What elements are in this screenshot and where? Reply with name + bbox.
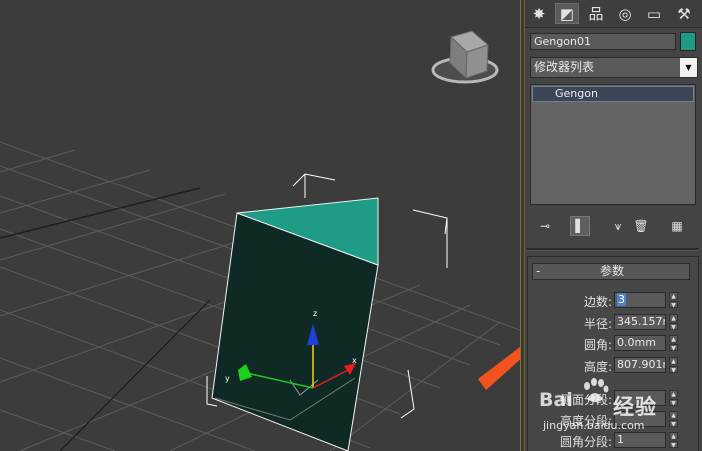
stack-item-gengon[interactable]: Gengon [532, 86, 694, 102]
radius-input[interactable]: 345.157m [614, 314, 666, 330]
perspective-viewport[interactable]: z y x [0, 0, 520, 451]
modifier-list-label: 修改器列表 [534, 60, 595, 74]
hierarchy-icon[interactable]: 品 [584, 3, 608, 24]
show-end-result-icon[interactable]: ▌ [570, 216, 590, 236]
height-input[interactable]: 807.901m [614, 357, 666, 373]
grid-main-axes [0, 187, 211, 451]
x-axis-label: x [352, 356, 357, 365]
object-color-swatch[interactable] [680, 32, 696, 51]
utilities-icon[interactable]: ⚒ [672, 3, 696, 24]
fillet-input[interactable]: 0.0mm [614, 335, 666, 351]
annotation-arrow [478, 346, 520, 390]
param-row-radius: 半径: 345.157m ▲▼ [528, 314, 700, 331]
modifier-list-dropdown[interactable]: 修改器列表 ▼ [530, 57, 698, 78]
chevron-down-icon[interactable]: ▼ [680, 58, 697, 77]
collapse-icon[interactable]: - [536, 264, 540, 279]
param-row-fillet: 圆角: 0.0mm ▲ ▼ [528, 335, 700, 352]
sides-input[interactable]: 3 [614, 292, 666, 308]
display-icon[interactable]: ▭ [642, 3, 666, 24]
y-axis-label: y [225, 374, 230, 383]
make-unique-icon[interactable]: ⩛ [608, 216, 628, 236]
viewcube-icon[interactable] [431, 30, 499, 84]
sides-value: 3 [617, 293, 626, 306]
modify-icon[interactable]: ◩ [555, 3, 579, 24]
baidu-watermark: Bai 经验 jingyan.baidu.com [537, 375, 702, 451]
radius-spinner[interactable]: ▲ ▼ [669, 314, 678, 331]
watermark-brand-b: 经验 [613, 395, 657, 419]
paw-icon [584, 378, 609, 402]
watermark-brand-a: Bai [539, 389, 573, 411]
parameters-rollout-header[interactable]: 参数 - [532, 263, 690, 280]
param-row-sides: 边数: 3 ▲ ▼ [528, 292, 700, 309]
param-label-radius: 半径: [583, 317, 612, 331]
height-spinner[interactable]: ▲ ▼ [669, 357, 678, 374]
configure-sets-icon[interactable]: ▦ [667, 216, 687, 236]
remove-modifier-icon[interactable]: 🗑 [631, 216, 651, 236]
stack-toolbar: ⊸ ▌ ⩛ 🗑 ▦ [525, 214, 702, 240]
pin-stack-icon[interactable]: ⊸ [535, 216, 555, 236]
param-label-height: 高度: [583, 360, 612, 374]
sides-spinner[interactable]: ▲ ▼ [669, 292, 678, 309]
motion-icon[interactable]: ◎ [613, 3, 637, 24]
z-axis-label: z [313, 309, 317, 318]
watermark-url: jingyan.baidu.com [543, 419, 645, 432]
viewport-scene: z y x [0, 30, 520, 451]
parameters-title: 参数 [599, 264, 624, 278]
panel-separator [527, 248, 699, 251]
modifier-stack[interactable]: Gengon [530, 84, 696, 205]
gear-icon[interactable]: ✸ [527, 3, 551, 24]
param-row-height: 高度: 807.901m ▲▼ [528, 357, 700, 374]
fillet-spinner[interactable]: ▲ ▼ [669, 335, 678, 352]
param-label-sides: 边数: [583, 295, 612, 309]
command-panel-tabs: ✸ ◩ 品 ◎ ▭ ⚒ [525, 0, 702, 28]
param-label-fillet: 圆角: [583, 338, 612, 352]
object-name-field[interactable]: Gengon01 [530, 33, 676, 50]
